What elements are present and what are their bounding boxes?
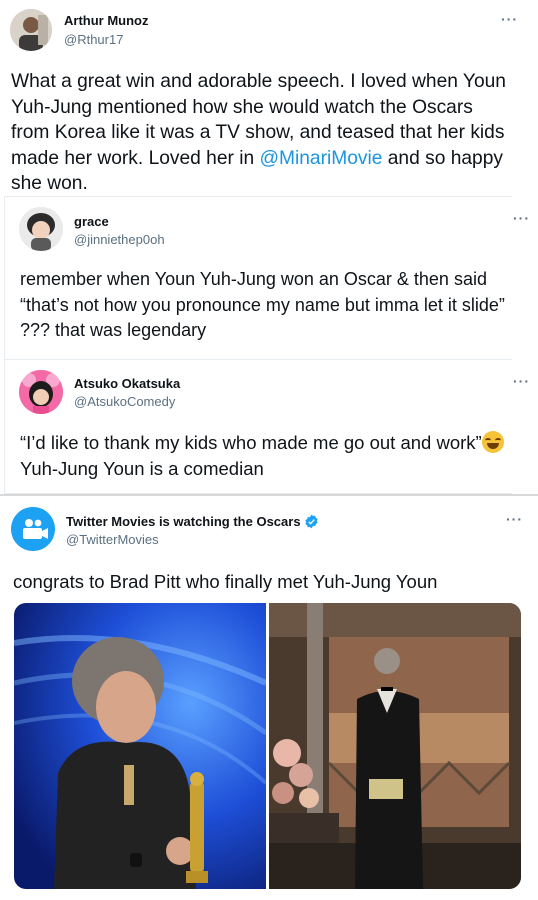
- photo-woman-holding-oscar: [14, 603, 266, 889]
- movie-camera-icon: [11, 507, 55, 551]
- tweet-atsuko-okatsuka[interactable]: Atsuko Okatsuka @AtsukoComedy ··· “I’d l…: [4, 360, 529, 494]
- avatar[interactable]: [19, 207, 63, 251]
- handle[interactable]: @TwitterMovies: [66, 532, 159, 547]
- more-options-icon[interactable]: ···: [506, 511, 523, 527]
- more-options-icon[interactable]: ···: [513, 210, 530, 226]
- photo-man-in-tuxedo: [269, 603, 521, 889]
- verified-badge-icon: [305, 514, 318, 529]
- face-with-tears-of-joy-icon: [481, 431, 504, 453]
- handle[interactable]: @Rthur17: [64, 32, 123, 47]
- mention-link[interactable]: @MinariMovie: [260, 148, 383, 169]
- tweet-text: congrats to Brad Pitt who finally met Yu…: [13, 571, 438, 592]
- avatar-photo: [10, 9, 52, 51]
- tweet-text: What a great win and adorable speech. I …: [11, 69, 516, 197]
- tweet-photo-right[interactable]: [269, 603, 521, 889]
- display-name[interactable]: Arthur Munoz: [64, 13, 148, 28]
- tweet-grace[interactable]: grace @jinniethep0oh ··· remember when Y…: [4, 196, 529, 360]
- avatar-photo: [19, 207, 63, 251]
- display-name[interactable]: grace: [74, 214, 109, 229]
- tweet-text-part: Yuh-Jung Youn is a comedian: [20, 457, 264, 479]
- avatar[interactable]: [11, 507, 55, 551]
- more-options-icon[interactable]: ···: [501, 11, 518, 27]
- tweet-twitter-movies[interactable]: Twitter Movies is watching the Oscars @T…: [0, 494, 538, 900]
- avatar-photo: [19, 370, 63, 414]
- avatar[interactable]: [10, 9, 52, 51]
- tweet-text: “I’d like to thank my kids who made me g…: [20, 430, 515, 481]
- tweet-arthur-munoz[interactable]: Arthur Munoz @Rthur17 ··· What a great w…: [0, 0, 538, 196]
- tweet-photo-left[interactable]: [14, 603, 266, 889]
- tweet-text: remember when Youn Yuh-Jung won an Oscar…: [20, 269, 505, 340]
- display-name[interactable]: Twitter Movies is watching the Oscars: [66, 514, 319, 529]
- avatar[interactable]: [19, 370, 63, 414]
- handle[interactable]: @jinniethep0oh: [74, 232, 165, 247]
- tweet-text-part: “I’d like to thank my kids who made me g…: [20, 432, 482, 453]
- display-name[interactable]: Atsuko Okatsuka: [74, 376, 180, 391]
- display-name-text: Twitter Movies is watching the Oscars: [66, 514, 301, 529]
- handle[interactable]: @AtsukoComedy: [74, 394, 175, 409]
- more-options-icon[interactable]: ···: [513, 373, 530, 389]
